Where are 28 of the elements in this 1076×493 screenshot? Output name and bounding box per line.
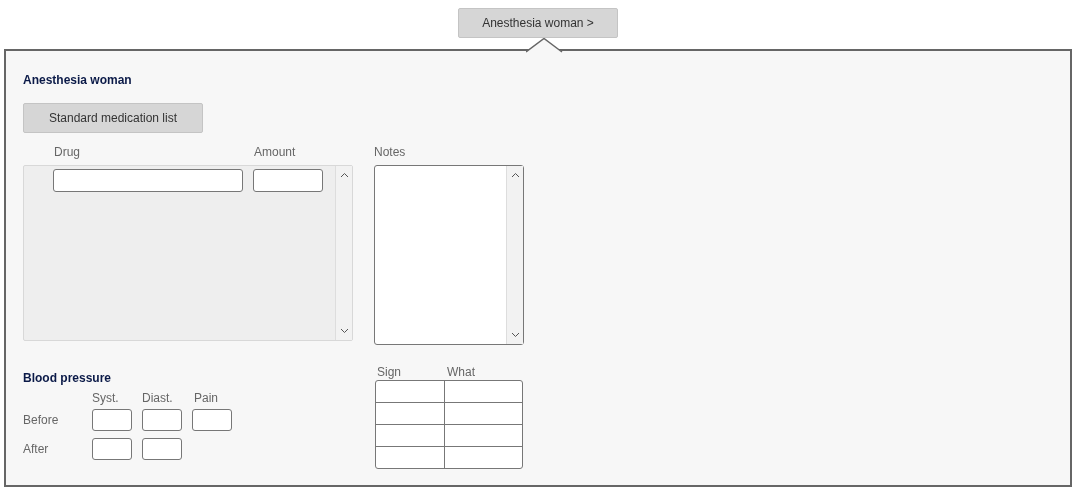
systolic-field[interactable] [92, 438, 132, 460]
column-label: Amount [254, 145, 296, 159]
scroll-up-icon[interactable] [339, 172, 349, 178]
scroll-down-icon[interactable] [339, 328, 349, 334]
standard-medication-list-button[interactable]: Standard medication list [23, 103, 203, 133]
section-title: Anesthesia woman [23, 73, 133, 89]
scrollbar[interactable] [506, 166, 523, 344]
systolic-field[interactable] [92, 409, 132, 431]
diastolic-field[interactable] [142, 438, 182, 460]
scroll-down-icon[interactable] [510, 332, 520, 338]
column-label: Diast. [142, 391, 174, 405]
diastolic-field[interactable] [142, 409, 182, 431]
amount-field[interactable] [253, 169, 323, 192]
column-label: Pain [193, 391, 220, 405]
pain-field[interactable] [192, 409, 232, 431]
row-label: Before [23, 413, 60, 427]
column-label: Drug [54, 145, 81, 159]
column-label: What [447, 365, 476, 379]
scroll-up-icon[interactable] [510, 172, 520, 178]
row-label: After [23, 442, 50, 456]
column-label: Sign [377, 365, 403, 379]
column-label: Syst. [92, 391, 120, 405]
anesthesia-woman-button[interactable]: Anesthesia woman > [458, 8, 618, 38]
notes-field[interactable] [374, 165, 524, 345]
scrollbar[interactable] [335, 166, 352, 340]
drug-field[interactable] [53, 169, 243, 192]
blood-pressure-title: Blood pressure [23, 371, 113, 387]
notes-label: Notes [374, 145, 407, 159]
